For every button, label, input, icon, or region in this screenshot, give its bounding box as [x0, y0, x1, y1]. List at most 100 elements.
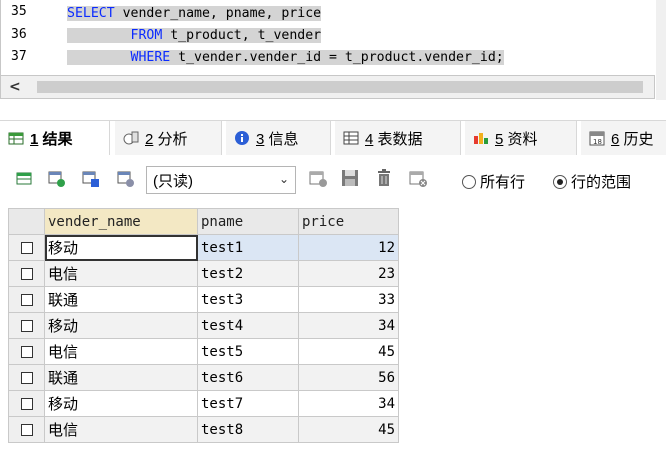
sql-keyword: FROM	[130, 28, 163, 43]
cell-vender-name[interactable]: 电信	[44, 260, 198, 287]
tab-table-data[interactable]: 4 表数据	[335, 121, 461, 155]
row-checkbox-cell[interactable]	[8, 260, 45, 287]
tab-info[interactable]: 3 信息	[226, 121, 331, 155]
result-grid: vender_name pname price 移动 test1 12 电信 test2…	[8, 208, 399, 443]
cell-price[interactable]: 45	[298, 338, 399, 365]
code-line[interactable]: WHERE t_vender.vender_id = t_product.ven…	[67, 47, 504, 69]
cell-vender-name[interactable]: 移动	[44, 234, 198, 261]
tab-number: 6	[611, 130, 620, 148]
row-checkbox-cell[interactable]	[8, 234, 45, 261]
row-checkbox[interactable]	[20, 423, 33, 436]
table-row[interactable]: 移动 test4 34	[8, 312, 399, 339]
column-header-vender-name[interactable]: vender_name	[44, 208, 198, 235]
cell-price[interactable]: 23	[298, 260, 399, 287]
save-disk-icon[interactable]	[340, 168, 360, 188]
tab-history[interactable]: 18 6 历史	[581, 121, 666, 155]
row-checkbox[interactable]	[20, 397, 33, 410]
radio-button[interactable]	[462, 174, 476, 189]
history-calendar-icon: 18	[589, 130, 605, 146]
cell-vender-name[interactable]: 移动	[44, 312, 198, 339]
row-checkbox-cell[interactable]	[8, 416, 45, 443]
sql-keyword: SELECT	[67, 6, 115, 21]
table-row[interactable]: 电信 test8 45	[8, 416, 399, 443]
tab-info-chart[interactable]: 5 资料	[465, 121, 577, 155]
tab-number: 2	[145, 130, 154, 148]
row-checkbox-cell[interactable]	[8, 286, 45, 313]
row-checkbox-cell[interactable]	[8, 338, 45, 365]
insert-row-icon[interactable]	[14, 168, 34, 188]
row-checkbox-cell[interactable]	[8, 390, 45, 417]
table-row[interactable]: 电信 test5 45	[8, 338, 399, 365]
cancel-changes-icon[interactable]	[408, 168, 428, 188]
svg-text:18: 18	[593, 138, 602, 146]
duplicate-row-icon[interactable]	[46, 168, 66, 188]
radio-all-rows[interactable]: 所有行	[462, 171, 525, 192]
save-row-icon[interactable]	[80, 168, 100, 188]
tab-label: 资料	[507, 130, 538, 148]
radio-label: 行的范围	[571, 174, 632, 191]
row-selector-header[interactable]	[8, 208, 45, 235]
table-row[interactable]: 电信 test2 23	[8, 260, 399, 287]
row-checkbox[interactable]	[20, 371, 33, 384]
cell-vender-name[interactable]: 电信	[44, 338, 198, 365]
tab-number: 4	[365, 130, 374, 148]
profiler-icon	[123, 130, 139, 146]
cell-pname[interactable]: test6	[197, 364, 299, 391]
result-tabs: 1 结果 2 分析 3 信息 4 表数据 5 资料 18 6 历史	[0, 120, 666, 155]
cell-pname[interactable]: test3	[197, 286, 299, 313]
row-checkbox[interactable]	[20, 293, 33, 306]
vertical-scrollbar[interactable]	[656, 0, 666, 100]
row-checkbox[interactable]	[20, 345, 33, 358]
code-line[interactable]: FROM t_product, t_vender	[67, 25, 322, 47]
info-icon	[234, 130, 250, 146]
row-checkbox[interactable]	[20, 241, 33, 254]
table-row[interactable]: 联通 test6 56	[8, 364, 399, 391]
tab-results[interactable]: 1 结果	[0, 121, 110, 155]
table-row[interactable]: 移动 test7 34	[8, 390, 399, 417]
column-header-price[interactable]: price	[298, 208, 399, 235]
tab-number: 3	[256, 130, 265, 148]
scroll-left-arrow[interactable]: <	[9, 79, 21, 95]
cell-price[interactable]: 34	[298, 312, 399, 339]
radio-row-range[interactable]: 行的范围	[553, 171, 631, 192]
table-data-icon	[343, 130, 359, 146]
read-only-mode-select[interactable]: (只读) ⌄	[146, 166, 296, 194]
tab-number: 5	[495, 130, 504, 148]
cell-vender-name[interactable]: 移动	[44, 390, 198, 417]
cell-vender-name[interactable]: 联通	[44, 286, 198, 313]
tab-label: 结果	[42, 130, 73, 148]
cell-pname[interactable]: test5	[197, 338, 299, 365]
cell-pname[interactable]: test2	[197, 260, 299, 287]
column-header-pname[interactable]: pname	[197, 208, 299, 235]
radio-button[interactable]	[553, 174, 567, 189]
row-checkbox[interactable]	[20, 319, 33, 332]
cell-price[interactable]: 56	[298, 364, 399, 391]
line-number-gutter: 35 36 37	[1, 0, 51, 75]
trash-icon[interactable]	[374, 168, 394, 188]
row-checkbox-cell[interactable]	[8, 364, 45, 391]
tab-profiler[interactable]: 2 分析	[115, 121, 222, 155]
cell-price[interactable]: 45	[298, 416, 399, 443]
cell-pname[interactable]: test4	[197, 312, 299, 339]
table-row[interactable]: 联通 test3 33	[8, 286, 399, 313]
sql-text: vender_name, pname, price	[114, 6, 322, 21]
row-checkbox[interactable]	[20, 267, 33, 280]
row-checkbox-cell[interactable]	[8, 312, 45, 339]
sql-editor[interactable]: 35 36 37 SELECT vender_name, pname, pric…	[0, 0, 658, 75]
delete-row-icon[interactable]	[115, 168, 135, 188]
cell-price[interactable]: 12	[298, 234, 399, 261]
cell-vender-name[interactable]: 电信	[44, 416, 198, 443]
horizontal-scrollbar[interactable]: <	[0, 75, 655, 99]
cell-price[interactable]: 33	[298, 286, 399, 313]
scrollbar-thumb[interactable]	[37, 81, 643, 93]
cell-vender-name[interactable]: 联通	[44, 364, 198, 391]
cell-pname[interactable]: test7	[197, 390, 299, 417]
grid-view-icon[interactable]	[308, 168, 328, 188]
code-line[interactable]: SELECT vender_name, pname, price	[67, 3, 322, 25]
table-row[interactable]: 移动 test1 12	[8, 234, 399, 261]
cell-pname[interactable]: test8	[197, 416, 299, 443]
grid-header-row: vender_name pname price	[8, 208, 399, 235]
cell-price[interactable]: 34	[298, 390, 399, 417]
line-number: 37	[11, 49, 27, 64]
cell-pname[interactable]: test1	[197, 234, 299, 261]
